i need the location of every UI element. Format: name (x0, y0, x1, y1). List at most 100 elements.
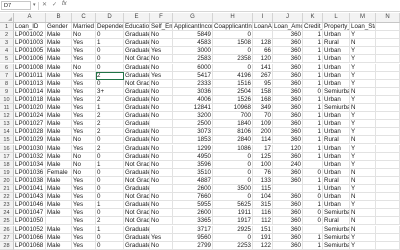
cell[interactable]: 1 (303, 71, 323, 80)
cell[interactable]: 0 (96, 55, 124, 64)
cell[interactable]: Not Graduate (124, 193, 150, 202)
cell[interactable]: Male (46, 31, 72, 40)
cell[interactable]: Male (46, 144, 72, 153)
cell[interactable]: LP001002 (14, 31, 46, 40)
cell[interactable]: Yes (72, 39, 96, 48)
cell[interactable]: 4583 (173, 39, 213, 48)
cell[interactable]: 1299 (173, 144, 213, 153)
cell[interactable] (376, 176, 400, 185)
cell[interactable]: Graduate (124, 112, 150, 121)
header-cell[interactable]: Credit_History (303, 23, 323, 32)
cell[interactable]: Graduate (124, 201, 150, 210)
cell[interactable]: Yes (72, 112, 96, 121)
cell[interactable]: 3073 (173, 128, 213, 137)
cell[interactable]: 2583 (173, 55, 213, 64)
cell[interactable]: 120 (253, 55, 273, 64)
cell[interactable]: Semiurban (323, 225, 350, 234)
cell[interactable]: N (350, 39, 376, 48)
cell[interactable]: LP001028 (14, 128, 46, 137)
cell[interactable]: 1 (96, 201, 124, 210)
cell[interactable]: LP001068 (14, 241, 46, 250)
cell[interactable]: 191 (253, 233, 273, 242)
cell[interactable]: No (150, 176, 173, 185)
column-header-c[interactable]: C (72, 13, 96, 22)
cell[interactable] (376, 241, 400, 250)
cell[interactable]: No (150, 112, 173, 121)
row-number[interactable]: 5 (0, 55, 14, 64)
cell[interactable]: 2 (96, 128, 124, 137)
cell[interactable]: No (150, 144, 173, 153)
cell[interactable] (376, 128, 400, 137)
cell[interactable] (376, 233, 400, 242)
cell[interactable]: 2358 (213, 55, 253, 64)
column-header-b[interactable]: B (46, 13, 72, 22)
cell[interactable]: 0 (96, 79, 124, 88)
cell[interactable]: Urban (323, 47, 350, 56)
cell[interactable]: Male (46, 193, 72, 202)
cell[interactable] (376, 120, 400, 129)
cell[interactable]: 267 (253, 71, 273, 80)
cell[interactable]: 360 (273, 209, 303, 218)
cell[interactable]: Y (350, 95, 376, 104)
row-number[interactable]: 13 (0, 120, 14, 129)
cell[interactable]: Male (46, 233, 72, 242)
cell[interactable]: Male (46, 185, 72, 194)
row-number[interactable]: 1 (0, 23, 14, 32)
header-cell[interactable]: Married (72, 23, 96, 32)
column-header-m[interactable]: M (350, 13, 376, 22)
cell[interactable]: Male (46, 71, 72, 80)
row-number[interactable]: 21 (0, 185, 14, 194)
cell[interactable]: 114 (253, 136, 273, 145)
column-header-d[interactable]: D (96, 13, 124, 22)
cell[interactable]: 0 (303, 87, 323, 96)
cell[interactable]: Graduate (124, 120, 150, 129)
cell[interactable]: 1 (303, 104, 323, 113)
cell[interactable]: LP001032 (14, 152, 46, 161)
cell[interactable]: Graduate (124, 95, 150, 104)
cell[interactable]: 0 (213, 47, 253, 56)
cell[interactable]: 360 (273, 47, 303, 56)
cell[interactable]: Male (46, 136, 72, 145)
cell[interactable]: LP001003 (14, 39, 46, 48)
cell[interactable]: Rural (323, 217, 350, 226)
cell[interactable]: 360 (273, 241, 303, 250)
cell[interactable]: 1 (303, 112, 323, 121)
cell[interactable]: Urban (323, 152, 350, 161)
cell[interactable]: 133 (253, 176, 273, 185)
name-box[interactable]: D7 (1, 1, 31, 10)
cell[interactable]: Yes (72, 201, 96, 210)
cell[interactable]: 1086 (213, 144, 253, 153)
cell[interactable] (376, 217, 400, 226)
cell[interactable]: 2253 (213, 241, 253, 250)
cell[interactable]: 70 (253, 112, 273, 121)
row-number[interactable]: 6 (0, 63, 14, 72)
cell[interactable]: 360 (273, 120, 303, 129)
cell[interactable]: Graduate (124, 241, 150, 250)
header-cell[interactable]: Self_Employed (150, 23, 173, 32)
cell[interactable]: 0 (213, 152, 253, 161)
cell[interactable]: Y (350, 120, 376, 129)
cell[interactable] (150, 225, 173, 234)
cell[interactable]: 360 (273, 136, 303, 145)
cell[interactable]: No (150, 95, 173, 104)
cell[interactable]: 349 (253, 104, 273, 113)
cell[interactable]: 5625 (213, 201, 253, 210)
cell[interactable]: LP001034 (14, 160, 46, 169)
cell[interactable]: 1 (303, 233, 323, 242)
cell[interactable]: Y (350, 144, 376, 153)
row-number[interactable]: 11 (0, 104, 14, 113)
header-cell[interactable]: Education (124, 23, 150, 32)
cell[interactable]: Semiurban (323, 104, 350, 113)
cell[interactable]: Y (350, 71, 376, 80)
cell[interactable]: 0 (303, 168, 323, 177)
cell[interactable]: No (150, 79, 173, 88)
cell[interactable]: No (72, 63, 96, 72)
cell[interactable] (376, 112, 400, 121)
cell[interactable]: 0 (96, 193, 124, 202)
cell[interactable]: 2 (96, 120, 124, 129)
row-number[interactable]: 24 (0, 209, 14, 218)
cell[interactable]: 0 (96, 31, 124, 40)
cell[interactable]: No (150, 31, 173, 40)
cell[interactable]: 1516 (213, 79, 253, 88)
cell[interactable]: No (150, 241, 173, 250)
